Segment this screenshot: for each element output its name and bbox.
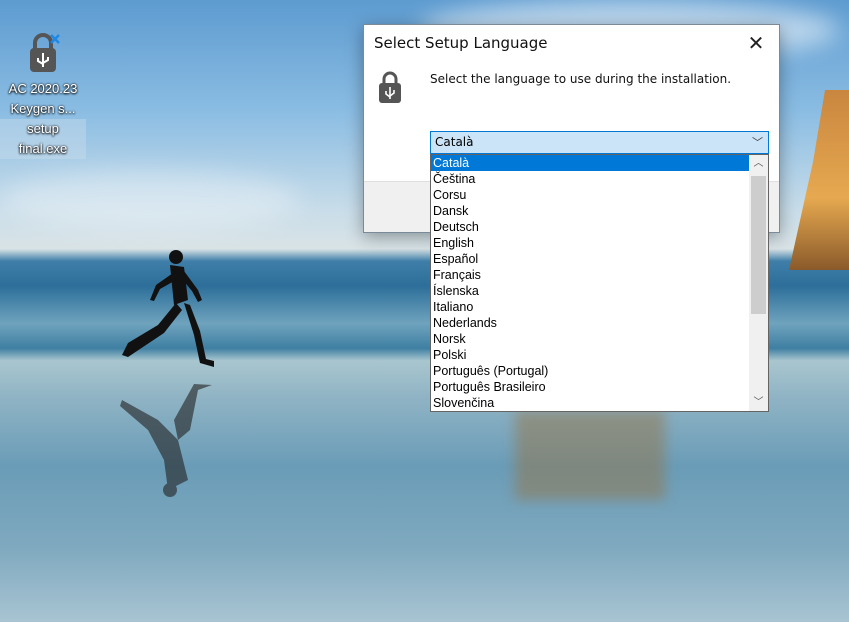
dialog-prompt: Select the language to use during the in… [430,72,732,86]
close-button[interactable]: ✕ [733,25,779,61]
runner-silhouette [122,250,214,367]
close-icon: ✕ [747,31,765,55]
language-option[interactable]: Polski [431,347,749,363]
scrollbar-thumb[interactable] [751,176,766,314]
language-option[interactable]: Español [431,251,749,267]
icon-label-line: setup [0,119,86,139]
language-option[interactable]: Français [431,267,749,283]
scroll-up-icon[interactable]: ︿ [749,155,768,172]
chevron-down-icon[interactable]: ﹀ [752,134,763,150]
language-select[interactable]: Català ﹀ [430,131,769,154]
cloud [0,170,300,230]
language-option[interactable]: Norsk [431,331,749,347]
language-option[interactable]: Português (Portugal) [431,363,749,379]
language-option[interactable]: Čeština [431,171,749,187]
scrollbar[interactable]: ︿ ﹀ [749,155,768,411]
language-option[interactable]: Nederlands [431,315,749,331]
usb-lock-icon [30,33,60,72]
desktop-icon-setup-exe[interactable]: AC 2020.23 Keygen s... setup final.exe [0,33,86,159]
icon-label-line: final.exe [0,139,86,159]
setup-lock-icon [379,71,401,103]
language-option[interactable]: Dansk [431,203,749,219]
language-option[interactable]: Deutsch [431,219,749,235]
language-option[interactable]: English [431,235,749,251]
language-dropdown-list[interactable]: Català Čeština Corsu Dansk Deutsch English Esp… [430,154,769,412]
language-select-value: Català [435,135,474,149]
language-option[interactable]: Slovenčina [431,395,749,411]
icon-label-line: AC 2020.23 [8,81,78,96]
rock-cliff [789,90,849,270]
language-option[interactable]: Íslenska [431,283,749,299]
language-option[interactable]: Italiano [431,299,749,315]
language-option[interactable]: Corsu [431,187,749,203]
language-option[interactable]: Português Brasileiro [431,379,749,395]
cliff-reflection [515,410,665,500]
icon-label-line: Keygen s... [10,101,76,116]
runner-reflection [120,384,212,497]
dialog-title: Select Setup Language [374,34,548,52]
language-option[interactable]: Català [431,155,749,171]
scroll-down-icon[interactable]: ﹀ [749,394,768,411]
